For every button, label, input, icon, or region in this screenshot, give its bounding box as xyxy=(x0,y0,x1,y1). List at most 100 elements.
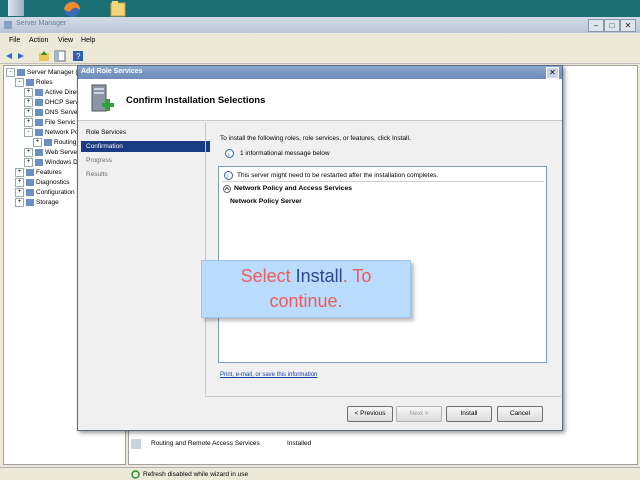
cancel-button[interactable]: Cancel xyxy=(497,406,543,422)
expand-icon[interactable]: + xyxy=(24,108,33,117)
tree-item[interactable]: - Network Po xyxy=(24,128,79,137)
expand-icon[interactable]: + xyxy=(15,188,24,197)
show-hide-console-tree-icon[interactable] xyxy=(54,50,66,62)
node-icon xyxy=(35,129,43,136)
up-folder-icon[interactable] xyxy=(38,50,50,62)
tree-item-label: Features xyxy=(36,169,62,177)
node-icon xyxy=(35,89,43,96)
node-icon xyxy=(26,199,34,206)
close-button[interactable]: ✕ xyxy=(620,19,636,32)
expand-icon[interactable]: + xyxy=(24,98,33,107)
nav-role-services[interactable]: Role Services xyxy=(81,127,210,138)
collapse-icon[interactable] xyxy=(223,185,231,193)
tree-item-label: File Servic xyxy=(45,119,76,127)
tree-item-label: Configuration xyxy=(36,189,75,197)
maximize-button[interactable]: □ xyxy=(604,19,620,32)
role-service-status: Installed xyxy=(287,440,312,447)
folder-icon[interactable] xyxy=(110,0,126,17)
server-manager-icon[interactable] xyxy=(8,0,24,16)
nav-progress: Progress xyxy=(86,157,113,164)
node-icon xyxy=(26,179,34,186)
wizard-nav: Role Services Confirmation Progress Resu… xyxy=(81,123,210,423)
expand-icon[interactable]: + xyxy=(24,88,33,97)
menu-bar: File Action View Help xyxy=(0,35,640,47)
tree-item[interactable]: - Server Manager (S xyxy=(6,68,82,77)
menu-action[interactable]: Action xyxy=(29,37,48,44)
next-button: Next > xyxy=(396,406,442,422)
install-button[interactable]: Install xyxy=(446,406,492,422)
collapse-icon[interactable]: - xyxy=(24,128,33,137)
info-icon: i xyxy=(224,171,233,180)
menu-file[interactable]: File xyxy=(9,37,20,44)
dialog-close-button[interactable]: ✕ xyxy=(546,67,559,79)
tree-item[interactable]: + Storage xyxy=(15,198,59,207)
previous-button[interactable]: < Previous xyxy=(347,406,393,422)
tree-item[interactable]: + Routing xyxy=(33,138,76,147)
help-icon[interactable]: ? xyxy=(72,50,84,62)
tree-item[interactable]: + Windows D xyxy=(24,158,78,167)
expand-icon[interactable]: + xyxy=(24,118,33,127)
button-separator xyxy=(205,396,561,397)
node-icon xyxy=(35,159,43,166)
tree-item-label: Windows D xyxy=(45,159,78,167)
node-icon xyxy=(44,139,52,146)
expand-icon[interactable]: + xyxy=(15,178,24,187)
node-icon xyxy=(17,69,25,76)
svg-text:i: i xyxy=(227,175,228,181)
server-add-icon xyxy=(91,84,114,112)
collapse-icon[interactable]: - xyxy=(15,78,24,87)
tree-item[interactable]: + Active Direc xyxy=(24,88,80,97)
tree-item[interactable]: + Features xyxy=(15,168,62,177)
tree-item-label: Active Direc xyxy=(45,89,80,97)
instruction-callout: Select Install. To continue. xyxy=(201,260,411,318)
info-message-count: 1 informational message below xyxy=(240,150,330,157)
add-role-services-dialog: Add Role Services ✕ Confirm Installation… xyxy=(77,65,563,431)
intro-text: To install the following roles, role ser… xyxy=(220,135,411,142)
expand-icon[interactable]: + xyxy=(24,158,33,167)
tree-item-label: DNS Serve xyxy=(45,109,78,117)
tree-item-label: Roles xyxy=(36,79,53,87)
expand-icon[interactable]: + xyxy=(15,198,24,207)
dialog-title: Add Role Services xyxy=(81,68,143,75)
role-service-name: Routing and Remote Access Services xyxy=(151,440,260,447)
expand-icon[interactable]: + xyxy=(15,168,24,177)
nav-confirmation[interactable]: Confirmation xyxy=(81,141,210,152)
back-arrow-icon[interactable] xyxy=(4,51,14,61)
tree-item[interactable]: + File Servic xyxy=(24,118,75,127)
tree-item[interactable]: + Web Serve xyxy=(24,148,77,157)
expand-icon[interactable]: + xyxy=(33,138,42,147)
tree-item-label: Web Serve xyxy=(45,149,78,157)
tree-item-label: Network Po xyxy=(45,129,79,137)
firefox-icon[interactable] xyxy=(60,0,84,17)
tree-item[interactable]: + DHCP Serve xyxy=(24,98,82,107)
svg-text:?: ? xyxy=(76,52,81,61)
tree-item[interactable]: + Diagnostics xyxy=(15,178,70,187)
window-title: Server Manager xyxy=(16,20,67,27)
tree-item[interactable]: - Roles xyxy=(15,78,53,87)
dialog-header: Confirm Installation Selections xyxy=(78,79,562,121)
minimize-button[interactable]: – xyxy=(588,19,604,32)
print-email-save-link[interactable]: Print, e-mail, or save this information xyxy=(220,372,317,378)
role-heading: Network Policy and Access Services xyxy=(234,185,352,192)
refresh-icon xyxy=(131,470,140,479)
server-manager-titlebar[interactable]: Server Manager – □ ✕ xyxy=(0,17,640,33)
callout-text-highlight: Install xyxy=(295,266,343,286)
node-icon xyxy=(35,119,43,126)
node-icon xyxy=(35,99,43,106)
role-service-item: Network Policy Server xyxy=(230,198,302,205)
collapse-icon[interactable]: - xyxy=(6,68,15,77)
node-icon xyxy=(26,169,34,176)
menu-view[interactable]: View xyxy=(58,37,73,44)
node-icon xyxy=(35,109,43,116)
tree-item-label: Server Manager (S xyxy=(27,69,82,77)
tree-item[interactable]: + DNS Serve xyxy=(24,108,78,117)
dialog-heading: Confirm Installation Selections xyxy=(126,95,266,106)
tree-item[interactable]: + Configuration xyxy=(15,188,75,197)
restart-warning: This server might need to be restarted a… xyxy=(237,172,439,179)
status-bar: Refresh disabled while wizard in use xyxy=(0,467,640,480)
dialog-titlebar[interactable]: Add Role Services ✕ xyxy=(78,66,562,79)
forward-arrow-icon[interactable] xyxy=(16,51,26,61)
expand-icon[interactable]: + xyxy=(24,148,33,157)
menu-help[interactable]: Help xyxy=(81,37,95,44)
server-manager-icon xyxy=(4,21,12,29)
